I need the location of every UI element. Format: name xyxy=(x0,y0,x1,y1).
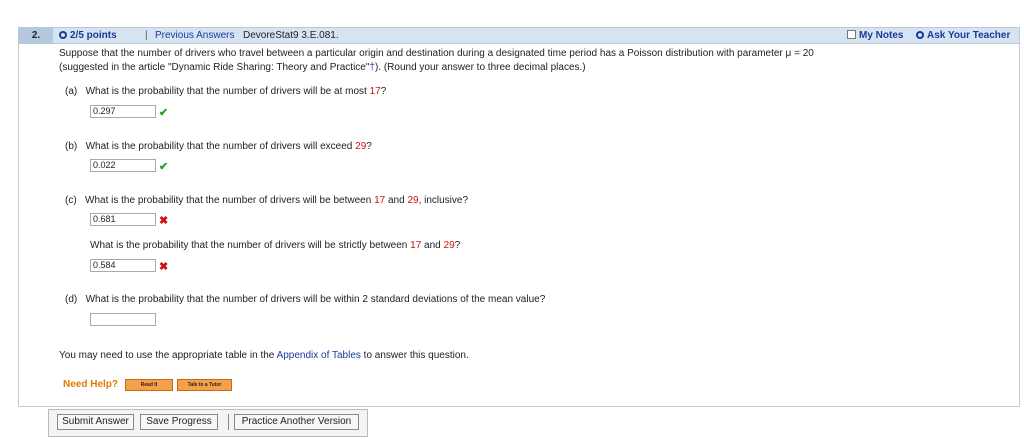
appendix-note: You may need to use the appropriate tabl… xyxy=(59,349,469,362)
part-a-number: 17 xyxy=(369,86,381,97)
read-it-button[interactable]: Read It xyxy=(125,379,173,391)
part-c2-number-1: 17 xyxy=(410,240,422,251)
part-a-answer-field[interactable]: 0.297 xyxy=(90,105,156,118)
part-d-text: What is the probability that the number … xyxy=(85,294,546,305)
part-d-question: (d) What is the probability that the num… xyxy=(65,293,545,306)
previous-answers-link[interactable]: Previous Answers xyxy=(155,28,234,43)
part-b-label: (b) xyxy=(65,141,78,152)
intro-line-1: Suppose that the number of drivers who t… xyxy=(59,47,814,60)
points-toggle-icon xyxy=(59,31,67,39)
points-label: 2/5 points xyxy=(70,30,117,41)
part-c2-number-2: 29 xyxy=(443,240,455,251)
question-number: 2. xyxy=(19,28,53,43)
practice-another-version-button[interactable]: Practice Another Version xyxy=(234,414,359,430)
appendix-link[interactable]: Appendix of Tables xyxy=(277,350,361,361)
check-icon: ✔ xyxy=(159,107,169,119)
part-c-number-2: 29 xyxy=(407,195,419,206)
part-b-number: 29 xyxy=(355,141,367,152)
ask-teacher-label: Ask Your Teacher xyxy=(927,30,1011,41)
part-c-question: (c) What is the probability that the num… xyxy=(65,194,468,207)
need-help-label: Need Help? xyxy=(63,379,119,390)
intro-text-2: (suggested in the article "Dynamic Ride … xyxy=(59,62,370,73)
part-c2-mid: and xyxy=(421,240,444,251)
check-icon: ✔ xyxy=(159,161,169,173)
part-a-question: (a) What is the probability that the num… xyxy=(65,85,386,98)
problem-code: DevoreStat9 3.E.081. xyxy=(243,30,339,41)
ask-teacher-icon xyxy=(916,31,924,39)
part-c-text: What is the probability that the number … xyxy=(85,195,375,206)
part-b-answer-field[interactable]: 0.022 xyxy=(90,159,156,172)
part-c-number-1: 17 xyxy=(374,195,386,206)
part-a-text: What is the probability that the number … xyxy=(85,86,370,97)
button-separator xyxy=(228,414,229,430)
part-c2-text: What is the probability that the number … xyxy=(90,240,411,251)
part-c-end: , inclusive? xyxy=(418,195,469,206)
part-c2-end: ? xyxy=(454,240,461,251)
part-b-text: What is the probability that the number … xyxy=(85,141,356,152)
part-b-end: ? xyxy=(366,141,372,152)
part-d-answer-field[interactable] xyxy=(90,313,156,326)
appendix-text-pre: You may need to use the appropriate tabl… xyxy=(59,350,277,361)
notes-checkbox-icon[interactable] xyxy=(847,30,856,39)
my-notes-label: My Notes xyxy=(859,30,904,41)
part-a-label: (a) xyxy=(65,86,78,97)
part-d-label: (d) xyxy=(65,294,78,305)
cross-icon: ✖ xyxy=(159,261,169,273)
submit-answer-button[interactable]: Submit Answer xyxy=(57,414,134,430)
save-progress-button[interactable]: Save Progress xyxy=(140,414,218,430)
header-separator: | xyxy=(145,30,148,41)
intro-text-3: ). (Round your answer to three decimal p… xyxy=(374,62,586,73)
intro-mu: μ = 20 xyxy=(785,48,814,59)
my-notes-toggle[interactable]: My Notes xyxy=(847,28,903,43)
part-b-question: (b) What is the probability that the num… xyxy=(65,140,372,153)
appendix-text-post: to answer this question. xyxy=(360,350,469,361)
part-c-label: (c) xyxy=(65,195,77,206)
cross-icon: ✖ xyxy=(159,215,169,227)
part-c2-question: What is the probability that the number … xyxy=(90,239,460,252)
talk-to-tutor-button[interactable]: Talk to a Tutor xyxy=(177,379,232,391)
points-indicator[interactable]: 2/5 points xyxy=(59,28,117,43)
part-a-end: ? xyxy=(380,86,387,97)
part-c2-answer-field[interactable]: 0.584 xyxy=(90,259,156,272)
intro-text-1: Suppose that the number of drivers who t… xyxy=(59,48,786,59)
part-c-answer-field[interactable]: 0.681 xyxy=(90,213,156,226)
part-c-mid: and xyxy=(385,195,408,206)
intro-line-2: (suggested in the article "Dynamic Ride … xyxy=(59,61,586,74)
question-header: 2. 2/5 points | Previous Answers DevoreS… xyxy=(18,27,1020,44)
ask-teacher-link[interactable]: Ask Your Teacher xyxy=(916,28,1010,43)
